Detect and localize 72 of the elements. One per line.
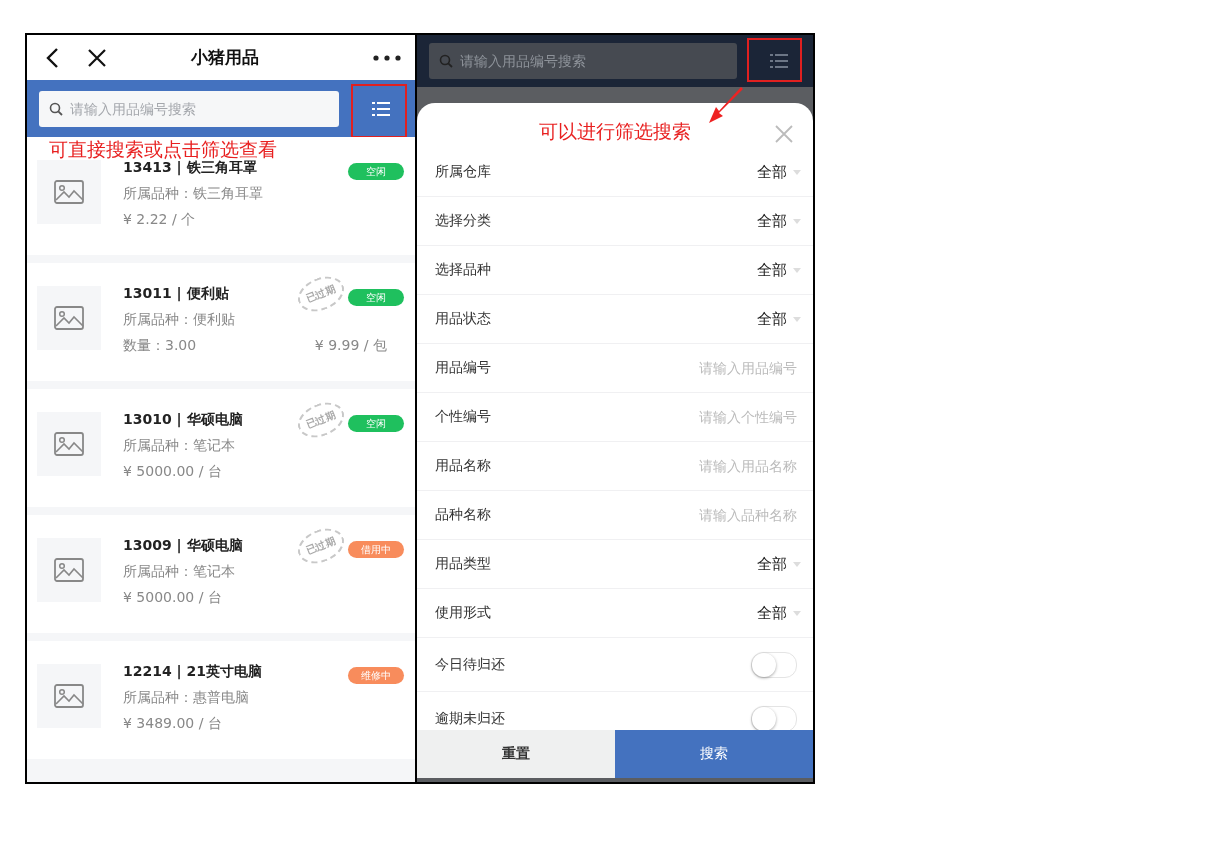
item-title: 13009 | 华硕电脑 bbox=[123, 537, 243, 555]
back-icon[interactable] bbox=[45, 46, 59, 69]
select-field[interactable]: 全部 bbox=[757, 162, 801, 182]
list-icon bbox=[770, 53, 788, 69]
more-icon[interactable] bbox=[373, 54, 401, 61]
item-variety: 所属品种：惠普电脑 bbox=[123, 689, 250, 707]
annotation-text: 可以进行筛选搜索 bbox=[539, 119, 691, 144]
field-label: 选择品种 bbox=[435, 261, 491, 279]
item-quantity: 数量：3.00 bbox=[123, 337, 197, 355]
field-label: 所属仓库 bbox=[435, 163, 491, 181]
field-label: 使用形式 bbox=[435, 604, 491, 622]
search-icon bbox=[49, 101, 63, 116]
status-badge: 借用中 bbox=[348, 541, 404, 558]
caret-icon bbox=[793, 218, 801, 224]
image-icon bbox=[54, 180, 84, 204]
toggle-switch[interactable] bbox=[751, 705, 797, 730]
image-icon bbox=[54, 306, 84, 330]
status-badge: 维修中 bbox=[348, 667, 404, 684]
field-label: 用品名称 bbox=[435, 457, 491, 475]
search-field[interactable]: 请输入用品编号搜索 bbox=[39, 90, 339, 127]
search-icon bbox=[439, 54, 453, 68]
page-title: 小猪用品 bbox=[190, 46, 260, 69]
item-title: 13413 | 铁三角耳罩 bbox=[123, 159, 257, 177]
field-label: 品种名称 bbox=[435, 506, 491, 524]
select-field[interactable]: 全部 bbox=[757, 309, 801, 329]
select-field[interactable]: 全部 bbox=[757, 603, 801, 623]
caret-icon bbox=[793, 610, 801, 616]
select-field[interactable]: 全部 bbox=[757, 211, 801, 231]
field-label: 用品编号 bbox=[435, 359, 491, 377]
item-price: ¥ 9.99 / 包 bbox=[314, 337, 387, 355]
caret-icon bbox=[793, 169, 801, 175]
image-icon bbox=[54, 684, 84, 708]
item-price: ¥ 2.22 / 个 bbox=[123, 211, 197, 229]
item-variety: 所属品种：笔记本 bbox=[123, 437, 236, 455]
caret-icon bbox=[793, 316, 801, 322]
item-variety: 所属品种：笔记本 bbox=[123, 563, 236, 581]
select-field[interactable]: 全部 bbox=[757, 554, 801, 574]
status-badge: 空闲 bbox=[348, 163, 404, 180]
input-field[interactable]: 请输入用品名称 bbox=[647, 458, 801, 474]
image-icon bbox=[54, 558, 84, 582]
toggle-switch[interactable] bbox=[751, 651, 797, 678]
input-field[interactable]: 请输入个性编号 bbox=[647, 409, 801, 425]
item-price: ¥ 3489.00 / 台 bbox=[123, 715, 223, 733]
search-button[interactable]: 搜索 bbox=[615, 730, 813, 778]
input-field[interactable]: 请输入用品编号 bbox=[647, 360, 801, 376]
item-variety: 所属品种：铁三角耳罩 bbox=[123, 185, 264, 203]
select-field[interactable]: 全部 bbox=[757, 260, 801, 280]
field-label: 个性编号 bbox=[435, 408, 491, 426]
caret-icon bbox=[793, 267, 801, 273]
close-icon[interactable] bbox=[87, 47, 107, 68]
field-label: 逾期未归还 bbox=[435, 709, 505, 728]
item-variety: 所属品种：便利贴 bbox=[123, 311, 236, 329]
status-badge: 空闲 bbox=[348, 415, 404, 432]
input-field[interactable]: 请输入品种名称 bbox=[647, 507, 801, 523]
annotation-text: 可直接搜索或点击筛选查看 bbox=[49, 137, 277, 160]
item-title: 13011 | 便利贴 bbox=[123, 285, 229, 303]
reset-button[interactable]: 重置 bbox=[417, 730, 615, 778]
search-field[interactable]: 请输入用品编号搜索 bbox=[429, 43, 737, 79]
field-label: 今日待归还 bbox=[435, 655, 505, 674]
item-title: 12214 | 21英寸电脑 bbox=[123, 663, 263, 681]
annotation-arrow bbox=[707, 85, 743, 125]
field-label: 选择分类 bbox=[435, 212, 491, 230]
highlight-frame bbox=[747, 38, 802, 82]
field-label: 用品状态 bbox=[435, 310, 491, 328]
image-icon bbox=[54, 432, 84, 456]
caret-icon bbox=[793, 561, 801, 567]
field-label: 用品类型 bbox=[435, 555, 491, 573]
list-icon bbox=[372, 100, 390, 117]
item-title: 13010 | 华硕电脑 bbox=[123, 411, 243, 429]
status-badge: 空闲 bbox=[348, 289, 404, 306]
item-price: ¥ 5000.00 / 台 bbox=[123, 589, 223, 607]
item-price: ¥ 5000.00 / 台 bbox=[123, 463, 223, 481]
